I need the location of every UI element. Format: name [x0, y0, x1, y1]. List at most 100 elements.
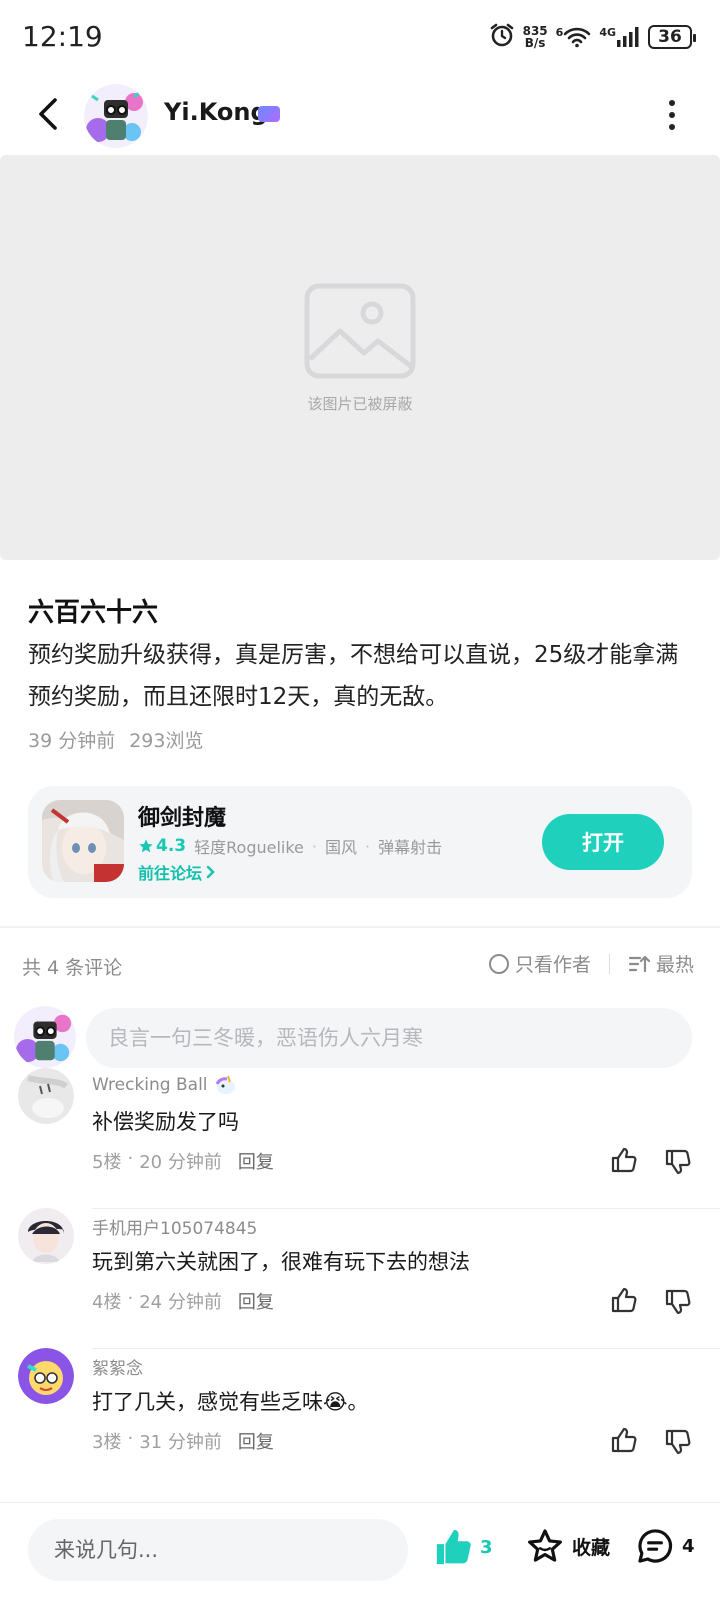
radio-circle-icon — [488, 953, 509, 974]
comment-meta: 4楼 · 24 分钟前 回复 — [92, 1288, 274, 1314]
go-to-forum-link[interactable]: 前往论坛 — [138, 860, 216, 884]
more-dot-icon — [669, 100, 675, 106]
sort-icon — [628, 955, 650, 972]
open-game-button[interactable]: 打开 — [542, 814, 664, 870]
comments-count: 共 4 条评论 — [22, 957, 123, 979]
comment-item: 手机用户105074845 玩到第六关就困了，很难有玩下去的想法 4楼 · 24… — [0, 1208, 720, 1350]
commenter-name-text: Wrecking Ball — [92, 1075, 208, 1095]
comment-text: 玩到第六关就困了，很难有玩下去的想法 — [92, 1250, 470, 1274]
comment-item: 絮絮念 打了几关，感觉有些乏味😭。 3楼 · 31 分钟前 回复 — [0, 1348, 720, 1490]
commenter-avatar[interactable] — [18, 1208, 74, 1264]
network-type: 4G — [599, 26, 616, 39]
comment-text: 补偿奖励发了吗 — [92, 1110, 239, 1134]
comment-filters: 只看作者 最热 — [488, 950, 694, 977]
post-body: 预约奖励升级获得，真是厉害，不想给可以直说，25级才能拿满预约奖励，而且还限时1… — [28, 642, 679, 710]
post-time: 39 分钟前 — [28, 730, 116, 752]
game-icon — [42, 800, 124, 882]
filter-divider — [608, 953, 610, 974]
comment-meta: 3楼 · 31 分钟前 回复 — [92, 1428, 274, 1454]
unicorn-badge-icon — [215, 1075, 235, 1094]
bottom-action-bar: 3 收藏 4 — [0, 1502, 720, 1600]
comment-floor: 4楼 — [92, 1292, 122, 1313]
more-options-button[interactable] — [662, 100, 682, 130]
like-button[interactable]: 3 — [434, 1527, 493, 1567]
game-tag: 轻度Roguelike — [194, 838, 304, 857]
favorite-label: 收藏 — [572, 1536, 611, 1559]
game-card[interactable]: 御剑封魔 4.3 轻度Roguelike · 国风 · 弹幕射击 前往论坛 打开 — [28, 786, 692, 898]
status-bar: 12:19 835 B/s 6 4G 36 — [0, 0, 720, 78]
comment-item: Wrecking Ball 补偿奖励发了吗 5楼 · 20 分钟前 回复 — [0, 1068, 720, 1210]
game-tags: 4.3 轻度Roguelike · 国风 · 弹幕射击 — [138, 834, 442, 858]
comment-bubble-icon — [638, 1529, 673, 1563]
commenter-name-text: 絮絮念 — [92, 1359, 143, 1379]
blocked-image-placeholder: 该图片已被屏蔽 — [304, 283, 416, 414]
comment-time: 31 分钟前 — [139, 1432, 222, 1453]
thumbs-up-icon[interactable] — [610, 1146, 638, 1174]
star-icon — [139, 839, 153, 853]
comment-time: 20 分钟前 — [139, 1152, 222, 1173]
thumbs-up-icon[interactable] — [610, 1426, 638, 1454]
game-rating-value: 4.3 — [156, 836, 187, 856]
thumbs-down-icon[interactable] — [664, 1288, 692, 1316]
meta-separator: · — [127, 1428, 134, 1449]
network-speed: 835 B/s — [523, 25, 548, 49]
game-tag: 弹幕射击 — [378, 838, 443, 857]
sort-hot-filter[interactable]: 最热 — [628, 950, 694, 977]
section-divider — [0, 926, 720, 928]
reply-button[interactable]: 回复 — [238, 1148, 274, 1174]
post-meta: 39 分钟前 293浏览 — [28, 726, 203, 753]
comment-text: 打了几关，感觉有些乏味😭。 — [92, 1390, 369, 1414]
wifi-icon: 6 — [556, 26, 592, 48]
comment-input[interactable] — [86, 1008, 692, 1068]
image-placeholder-icon — [304, 283, 416, 379]
reply-button[interactable]: 回复 — [238, 1428, 274, 1454]
comment-floor: 5楼 — [92, 1152, 122, 1173]
status-icons: 835 B/s 6 4G 36 — [489, 22, 696, 52]
comment-count: 4 — [682, 1535, 695, 1557]
cellular-icon: 4G — [599, 26, 640, 48]
quick-comment-input[interactable] — [28, 1519, 408, 1581]
back-button[interactable] — [28, 92, 68, 136]
post-views: 293浏览 — [129, 730, 204, 752]
comments-button[interactable]: 4 — [636, 1527, 695, 1565]
game-name[interactable]: 御剑封魔 — [138, 800, 226, 832]
favorite-button[interactable]: 收藏 — [526, 1527, 610, 1565]
commenter-name[interactable]: 手机用户105074845 — [92, 1214, 257, 1239]
battery-icon: 36 — [648, 25, 696, 49]
author-only-label: 只看作者 — [514, 954, 591, 976]
reply-button[interactable]: 回复 — [238, 1288, 274, 1314]
commenter-name[interactable]: Wrecking Ball — [92, 1074, 238, 1096]
commenter-name-text: 手机用户105074845 — [92, 1219, 258, 1239]
author-avatar[interactable] — [84, 84, 148, 148]
thumbs-up-icon[interactable] — [610, 1286, 638, 1314]
chevron-right-icon — [206, 865, 215, 879]
commenter-name[interactable]: 絮絮念 — [92, 1354, 143, 1379]
author-level-badge — [258, 106, 280, 122]
go-to-forum-label: 前往论坛 — [138, 864, 203, 883]
comment-floor: 3楼 — [92, 1432, 122, 1453]
wifi-label: 6 — [555, 26, 564, 39]
sort-label: 最热 — [655, 954, 694, 976]
thumbs-down-icon[interactable] — [664, 1428, 692, 1456]
game-tag: 国风 — [324, 838, 357, 857]
blocked-image-text: 该图片已被屏蔽 — [307, 395, 413, 413]
commenter-avatar[interactable] — [18, 1068, 74, 1124]
commenter-avatar[interactable] — [18, 1348, 74, 1404]
meta-separator: · — [127, 1148, 134, 1169]
alarm-icon — [489, 22, 515, 52]
comment-meta: 5楼 · 20 分钟前 回复 — [92, 1148, 274, 1174]
comment-time: 24 分钟前 — [139, 1292, 222, 1313]
like-count: 3 — [480, 1536, 493, 1558]
chevron-left-icon — [39, 98, 57, 130]
post-header: Yi.Kong — [0, 78, 720, 152]
author-only-filter[interactable]: 只看作者 — [488, 950, 591, 977]
blocked-image[interactable]: 该图片已被屏蔽 — [0, 155, 720, 560]
tag-separator: · — [365, 836, 371, 856]
thumbs-up-filled-icon — [436, 1529, 471, 1565]
thumbs-down-icon[interactable] — [664, 1148, 692, 1176]
star-outline-icon — [528, 1529, 562, 1562]
more-dot-icon — [669, 112, 675, 118]
author-name[interactable]: Yi.Kong — [164, 98, 268, 126]
network-speed-unit: B/s — [524, 36, 546, 50]
meta-separator: · — [127, 1288, 134, 1309]
